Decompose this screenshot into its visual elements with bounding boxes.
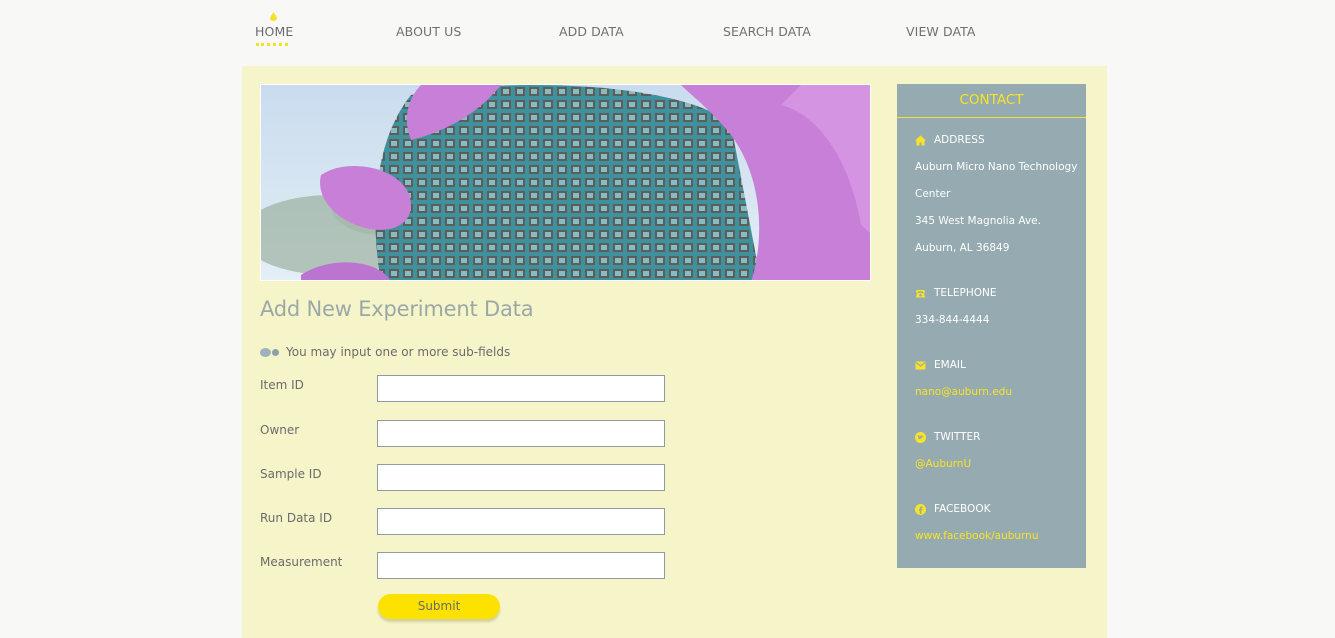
- telephone-heading-text: TELEPHONE: [934, 287, 997, 299]
- measurement-input[interactable]: [377, 552, 665, 579]
- nav-search-data[interactable]: SEARCH DATA: [723, 24, 811, 39]
- envelope-icon: [915, 360, 926, 371]
- item-id-label: Item ID: [260, 378, 304, 392]
- run-data-id-input[interactable]: [377, 508, 665, 535]
- home-icon: [915, 135, 926, 146]
- address-line-2: Center: [915, 188, 951, 200]
- item-id-input[interactable]: [377, 375, 665, 402]
- bullet-dots-icon: [260, 346, 280, 358]
- facebook-icon: [915, 503, 926, 515]
- home-active-drop-icon: [270, 12, 277, 21]
- sub-fields-note: You may input one or more sub-fields: [260, 345, 510, 359]
- twitter-heading-text: TWITTER: [934, 431, 981, 443]
- measurement-label: Measurement: [260, 555, 343, 569]
- twitter-heading: TWITTER: [915, 431, 980, 443]
- nav-home[interactable]: HOME: [255, 24, 293, 39]
- address-line-1: Auburn Micro Nano Technology: [915, 161, 1078, 173]
- contact-title: CONTACT: [897, 84, 1086, 118]
- top-nav: HOME ABOUT US ADD DATA SEARCH DATA VIEW …: [0, 0, 1335, 66]
- nav-about-us[interactable]: ABOUT US: [396, 24, 461, 39]
- submit-button[interactable]: Submit: [378, 594, 500, 619]
- sample-id-label: Sample ID: [260, 467, 322, 481]
- telephone-heading: TELEPHONE: [915, 287, 997, 299]
- address-heading: ADDRESS: [915, 134, 985, 146]
- email-heading-text: EMAIL: [934, 359, 966, 371]
- email-link[interactable]: nano@auburn.edu: [915, 386, 1012, 398]
- facebook-heading-text: FACEBOOK: [934, 503, 991, 515]
- run-data-id-label: Run Data ID: [260, 511, 333, 525]
- nav-view-data[interactable]: VIEW DATA: [906, 24, 976, 39]
- facebook-heading: FACEBOOK: [915, 503, 990, 515]
- address-heading-text: ADDRESS: [934, 134, 985, 146]
- contact-panel: CONTACT ADDRESS Auburn Micro Nano Techno…: [897, 84, 1086, 568]
- owner-input[interactable]: [377, 420, 665, 447]
- note-text: You may input one or more sub-fields: [286, 345, 511, 359]
- sample-id-input[interactable]: [377, 464, 665, 491]
- address-line-3: 345 West Magnolia Ave.: [915, 215, 1041, 227]
- facebook-link[interactable]: www.facebook/auburnu: [915, 530, 1038, 542]
- owner-label: Owner: [260, 423, 300, 437]
- phone-icon: [915, 288, 926, 299]
- email-heading: EMAIL: [915, 359, 966, 371]
- nav-add-data[interactable]: ADD DATA: [559, 24, 624, 39]
- twitter-link[interactable]: @AuburnU: [915, 458, 971, 470]
- home-active-indicator: [256, 43, 288, 46]
- telephone-number: 334-844-4444: [915, 314, 990, 326]
- hero-image-wafer: [260, 84, 871, 281]
- address-line-4: Auburn, AL 36849: [915, 242, 1010, 254]
- twitter-icon: [915, 431, 926, 443]
- page-title: Add New Experiment Data: [260, 297, 534, 321]
